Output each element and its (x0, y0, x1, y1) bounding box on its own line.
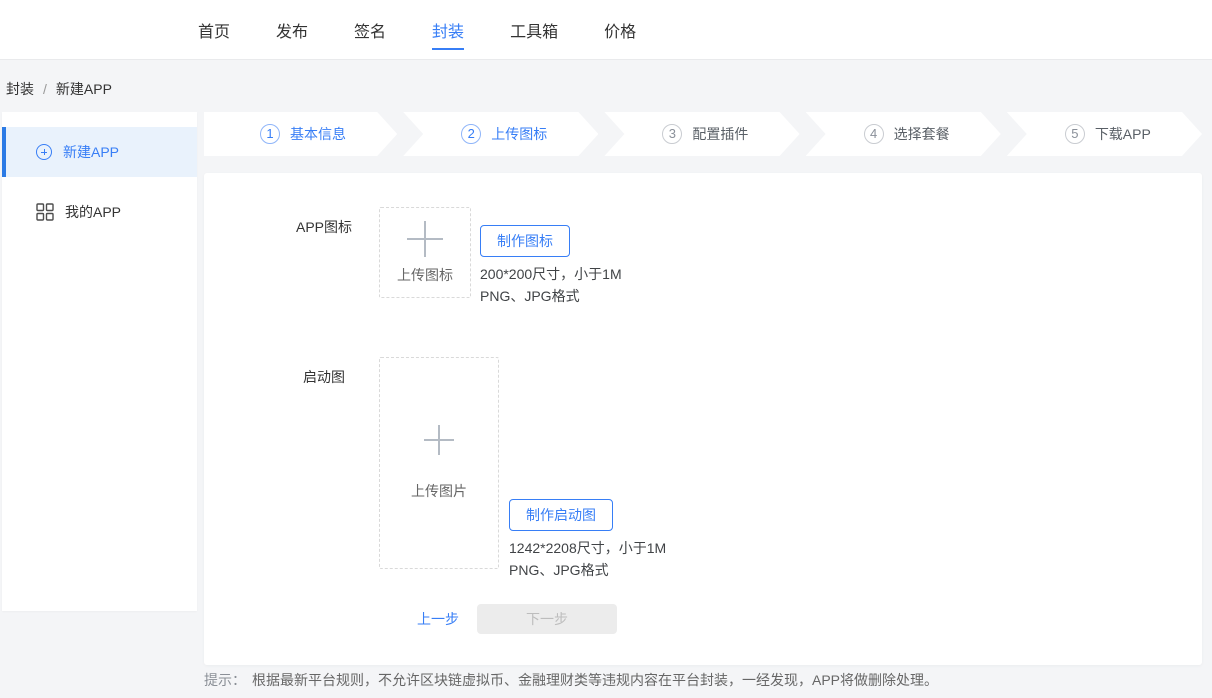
step-number-badge: 3 (662, 124, 682, 144)
app-icon-label: APP图标 (292, 217, 356, 237)
sidebar-item-label: 我的APP (65, 202, 121, 222)
plus-icon (424, 425, 454, 455)
upload-icon-text: 上传图标 (397, 265, 453, 285)
app-icon-upload-box[interactable]: 上传图标 (379, 207, 471, 298)
sidebar-item-my-app[interactable]: 我的APP (2, 187, 197, 237)
step-basic-info[interactable]: 1 基本信息 (204, 112, 397, 156)
nav-item-publish[interactable]: 发布 (276, 18, 308, 42)
step-wizard: 1 基本信息 2 上传图标 3 配置插件 4 选择套餐 5 下载APP (204, 112, 1202, 156)
app-icon-hint-size: 200*200尺寸，小于1M (480, 263, 622, 285)
step-number-badge: 1 (260, 124, 280, 144)
sidebar: 新建APP 我的APP (2, 112, 197, 611)
breadcrumb-separator: / (43, 81, 47, 97)
step-label: 下载APP (1095, 124, 1151, 144)
splash-label: 启动图 (292, 367, 356, 387)
nav-item-home[interactable]: 首页 (198, 18, 230, 42)
splash-hint: 1242*2208尺寸，小于1M PNG、JPG格式 (509, 537, 666, 581)
splash-upload-box[interactable]: 上传图片 (379, 357, 499, 569)
nav-item-toolbox[interactable]: 工具箱 (510, 18, 558, 42)
splash-hint-format: PNG、JPG格式 (509, 559, 666, 581)
main-area: 1 基本信息 2 上传图标 3 配置插件 4 选择套餐 5 下载APP (204, 112, 1202, 665)
footer-tip-label: 提示： (204, 672, 246, 688)
app-icon-hint-format: PNG、JPG格式 (480, 285, 622, 307)
top-header: 首页 发布 签名 封装 工具箱 价格 (0, 0, 1212, 60)
form-panel: APP图标 上传图标 制作图标 200*200尺寸，小于1M PNG、JPG格式… (204, 173, 1202, 665)
step-number-badge: 2 (461, 124, 481, 144)
upload-image-text: 上传图片 (411, 481, 467, 501)
footer-tip-text: 根据最新平台规则，不允许区块链虚拟币、金融理财类等违规内容在平台封装，一经发现，… (252, 672, 938, 688)
nav-item-sign[interactable]: 签名 (354, 18, 386, 42)
breadcrumb-current: 新建APP (56, 79, 112, 99)
step-label: 配置插件 (692, 124, 748, 144)
footer-tip: 提示： 根据最新平台规则，不允许区块链虚拟币、金融理财类等违规内容在平台封装，一经… (204, 670, 938, 690)
prev-step-link[interactable]: 上一步 (417, 609, 459, 629)
breadcrumb-parent[interactable]: 封装 (6, 79, 34, 99)
step-select-plan: 4 选择套餐 (806, 112, 1001, 156)
next-step-button[interactable]: 下一步 (477, 604, 617, 634)
app-packaging-page: 首页 发布 签名 封装 工具箱 价格 封装 / 新建APP 新建APP (0, 0, 1212, 698)
step-label: 基本信息 (290, 124, 346, 144)
main-nav: 首页 发布 签名 封装 工具箱 价格 (198, 0, 636, 60)
splash-hint-size: 1242*2208尺寸，小于1M (509, 537, 666, 559)
wizard-actions: 上一步 下一步 (417, 604, 617, 634)
step-number-badge: 5 (1065, 124, 1085, 144)
sidebar-item-new-app[interactable]: 新建APP (2, 127, 197, 177)
step-configure-plugin: 3 配置插件 (604, 112, 799, 156)
circle-plus-icon (36, 144, 52, 160)
sidebar-item-label: 新建APP (63, 142, 119, 162)
step-label: 选择套餐 (894, 124, 950, 144)
make-icon-button[interactable]: 制作图标 (480, 225, 570, 257)
nav-item-price[interactable]: 价格 (604, 18, 636, 42)
app-icon-hint: 200*200尺寸，小于1M PNG、JPG格式 (480, 263, 622, 307)
step-number-badge: 4 (864, 124, 884, 144)
step-upload-icon[interactable]: 2 上传图标 (403, 112, 598, 156)
step-download-app: 5 下载APP (1007, 112, 1202, 156)
breadcrumb: 封装 / 新建APP (6, 79, 112, 99)
grid-icon (36, 203, 54, 221)
make-splash-button[interactable]: 制作启动图 (509, 499, 613, 531)
plus-icon (407, 221, 443, 257)
step-label: 上传图标 (491, 124, 547, 144)
nav-item-package[interactable]: 封装 (432, 18, 464, 42)
